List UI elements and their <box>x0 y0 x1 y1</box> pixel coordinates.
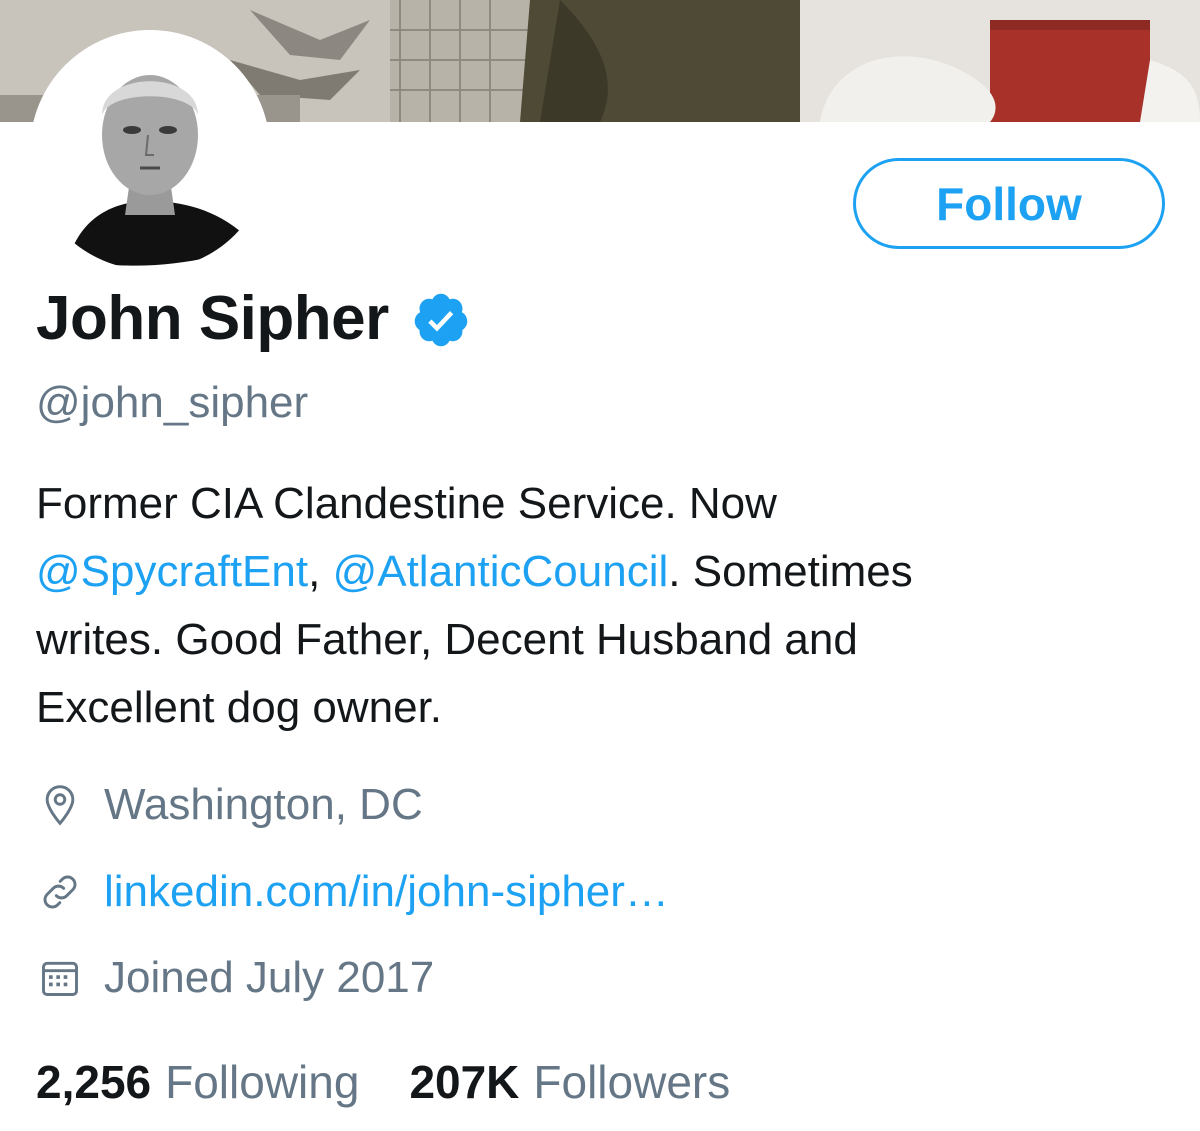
bio-line: writes. Good Father, Decent Husband and <box>36 606 1156 674</box>
verified-badge-icon <box>414 293 468 347</box>
avatar-photo <box>40 40 260 266</box>
profile-bio: Former CIA Clandestine Service. Now @Spy… <box>36 470 1156 742</box>
profile-handle: @john_sipher <box>36 378 309 427</box>
bio-text: Former CIA Clandestine Service. Now <box>36 479 777 528</box>
followers-stat[interactable]: 207K Followers <box>409 1055 730 1109</box>
bio-text: . Sometimes <box>668 547 913 596</box>
following-stat[interactable]: 2,256 Following <box>36 1055 359 1109</box>
bio-separator: , <box>308 547 333 596</box>
joined-row: Joined July 2017 <box>36 948 434 1008</box>
bio-line: @SpycraftEnt, @AtlanticCouncil. Sometime… <box>36 538 1156 606</box>
mention-link-spycraftent[interactable]: @SpycraftEnt <box>36 547 308 596</box>
joined-text: Joined July 2017 <box>104 953 435 1002</box>
following-count: 2,256 <box>36 1056 152 1108</box>
location-text: Washington, DC <box>104 780 423 829</box>
profile-name-row: John Sipher <box>36 278 471 358</box>
profile-avatar[interactable] <box>30 30 270 270</box>
following-label: Following <box>165 1056 360 1108</box>
profile-stats: 2,256 Following 207K Followers <box>36 1050 730 1114</box>
bio-text: writes. Good Father, Decent Husband and <box>36 615 858 664</box>
bio-line: Excellent dog owner. <box>36 674 1156 742</box>
followers-count: 207K <box>409 1056 520 1108</box>
location-row: Washington, DC <box>36 775 423 835</box>
location-pin-icon <box>36 781 84 829</box>
followers-label: Followers <box>533 1056 731 1108</box>
bio-text: Excellent dog owner. <box>36 683 443 732</box>
bio-line: Former CIA Clandestine Service. Now <box>36 470 1156 538</box>
website-row: linkedin.com/in/john-sipher… <box>36 862 669 922</box>
link-icon <box>36 868 84 916</box>
profile-name: John Sipher <box>36 283 389 353</box>
mention-link-atlanticcouncil[interactable]: @AtlanticCouncil <box>333 547 669 596</box>
calendar-icon <box>36 954 84 1002</box>
follow-button[interactable]: Follow <box>853 158 1165 249</box>
website-link[interactable]: linkedin.com/in/john-sipher… <box>104 867 669 917</box>
